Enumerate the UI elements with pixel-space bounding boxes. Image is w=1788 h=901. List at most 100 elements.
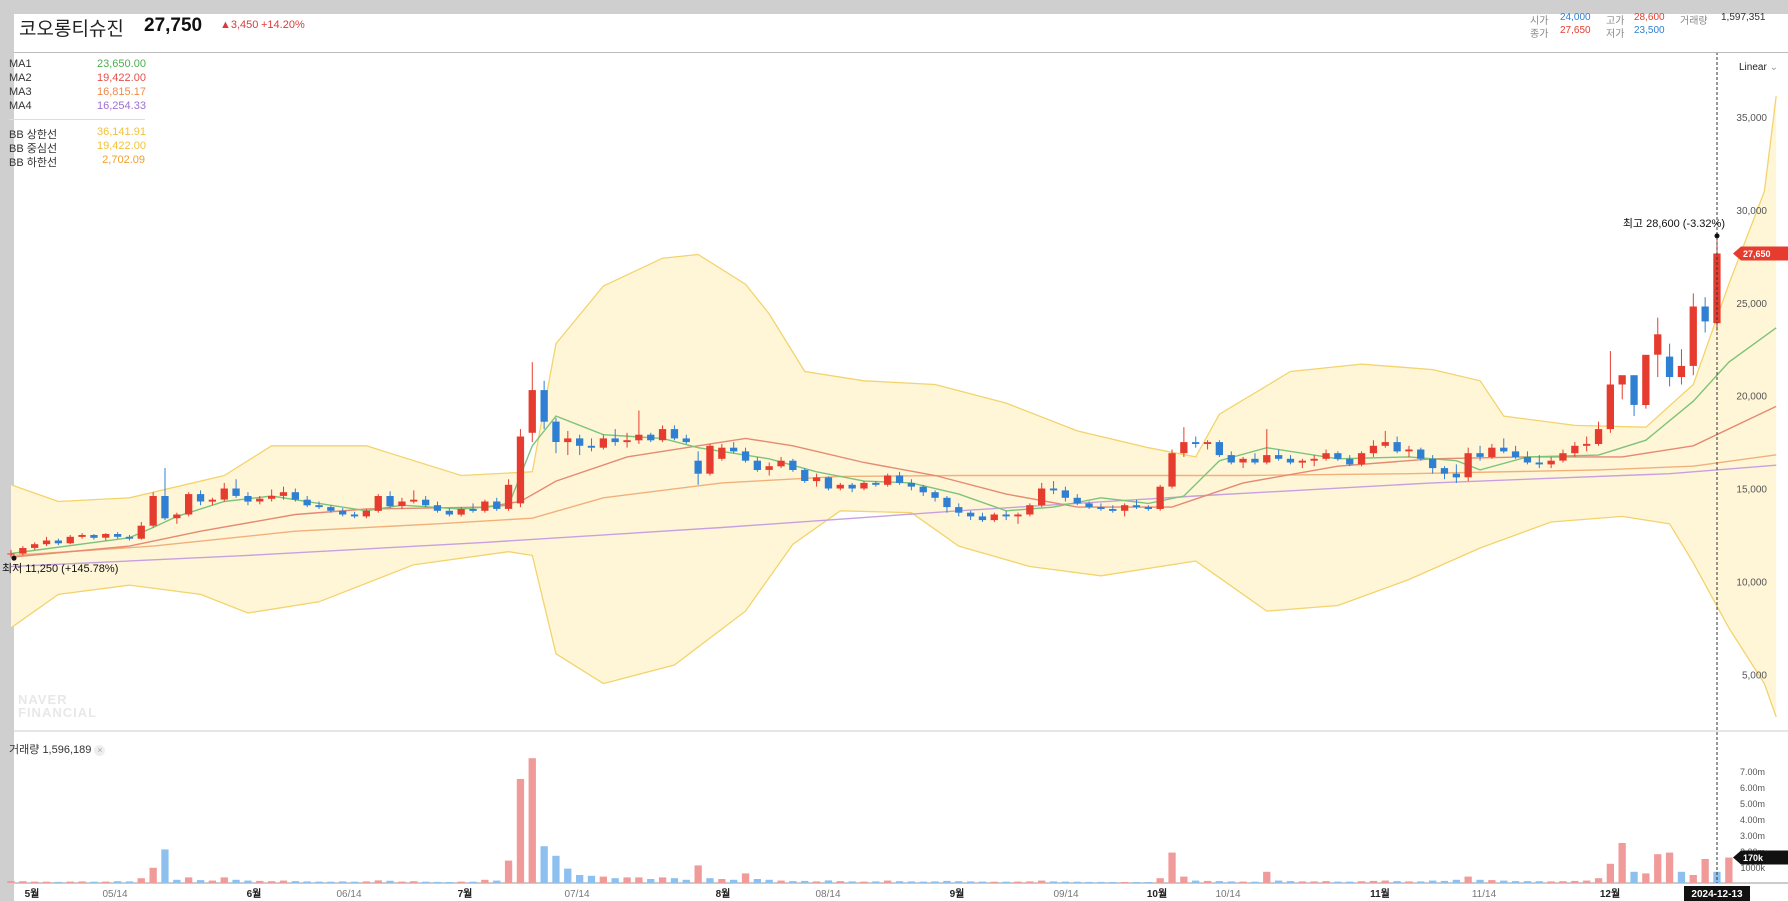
candle-body [1168,453,1176,487]
candle-body [422,499,430,506]
scale-mode-dropdown[interactable]: Linear ⌄ [1739,62,1778,73]
candle-body [504,484,513,509]
volume-bar [931,881,939,883]
volume-bar [1038,880,1046,883]
price-change: ▲3,450 [220,19,259,31]
candle-body [895,475,904,483]
volume-bar [1571,880,1579,883]
volume-bar [658,877,667,883]
volume-bar [1203,880,1212,883]
volume-bar [1630,871,1638,883]
legend-ma1-value: 23,650.00 [97,58,146,70]
candle-body [884,475,892,485]
candle-body [362,510,370,517]
volume-bar [1429,880,1437,883]
volume-panel-value: 1,596,189 [42,744,92,756]
price-chart[interactable]: 5,000 10,000 15,000 20,000 25,000 30,000 35,00… [0,0,1788,901]
volume-bar [907,881,915,883]
candle-body [576,438,584,446]
candle-body [481,501,489,511]
volume-bar [1725,857,1733,883]
volume-bar [1654,854,1662,883]
candle-body [836,484,844,489]
candle-body [706,445,714,474]
candle-body [1346,458,1354,465]
x-tick-label: 8월 [716,888,731,900]
x-tick-label: 06/14 [336,889,361,900]
candle-body [1500,447,1508,452]
candle-body [730,447,738,452]
volume-bar [1381,880,1389,883]
volume-bar [836,881,844,883]
candle-body [1322,453,1330,459]
volume-bar [1192,880,1200,883]
candle-body [635,434,643,441]
candle-body [682,438,690,443]
candle-body [327,507,335,511]
volume-bar [19,881,27,883]
candle-body [718,447,726,459]
candle-body [1298,460,1306,463]
candle-body [303,499,311,506]
candle-body [291,492,299,500]
volume-bar [599,876,607,883]
volume-bar [1606,863,1614,883]
x-tick-label: 05/14 [102,889,127,900]
volume-bar [1346,881,1354,883]
volume-bar [1097,881,1105,883]
candle-body [1618,375,1626,385]
candle-body [599,438,607,448]
candle-body [445,510,453,515]
high-value: 28,600 [1634,12,1665,23]
volume-bar [1689,875,1697,883]
volume-bar [1547,881,1555,883]
candle-body [315,505,323,508]
candle-body [552,421,560,442]
candle-body [90,535,98,538]
low-value: 23,500 [1634,25,1665,36]
volume-bar [943,880,951,883]
volume-bar [386,880,394,883]
candle-body [1156,486,1164,509]
candle-body [125,536,134,539]
candle-body [1227,455,1235,463]
volume-bar [90,881,98,883]
candle-body [1642,354,1650,405]
volume-bar [1488,880,1496,883]
volume-bar [765,879,773,883]
candle-body [955,507,963,513]
stock-name: 코오롱티슈진 [19,19,124,40]
candle-body [1417,449,1425,459]
candle-body [173,514,181,519]
volume-bar [279,880,288,883]
volume-bar [1061,881,1069,883]
candle-body [623,440,631,443]
volume-bar [220,877,228,883]
legend-ma1-name: MA1 [9,58,32,70]
candle-body [765,466,773,470]
legend-ma2-name: MA2 [9,72,32,84]
stock-price: 27,750 [144,15,203,36]
volume-bar [1701,859,1709,883]
candle-body [1594,429,1603,444]
close-icon[interactable]: × [94,745,106,756]
candle-body [1488,447,1496,457]
candle-body [7,553,15,555]
volume-bar [1369,880,1378,883]
candle-body [149,496,157,526]
candle-body [1452,473,1460,478]
volume-bar [1180,876,1188,883]
volume-bar [1393,881,1401,883]
candle-body [1677,365,1686,377]
volume-bar [161,849,169,883]
volume-tag-text: 170k [1743,853,1764,863]
volume-bar [1594,878,1603,883]
volume-bar [1665,852,1674,883]
volume-bar [884,880,892,883]
candle-body [493,501,501,509]
volume-bar [7,881,15,883]
volume-bar [256,880,264,883]
volume-bar [374,880,382,883]
volume-bar [1263,871,1271,883]
candle-body [1132,505,1141,508]
